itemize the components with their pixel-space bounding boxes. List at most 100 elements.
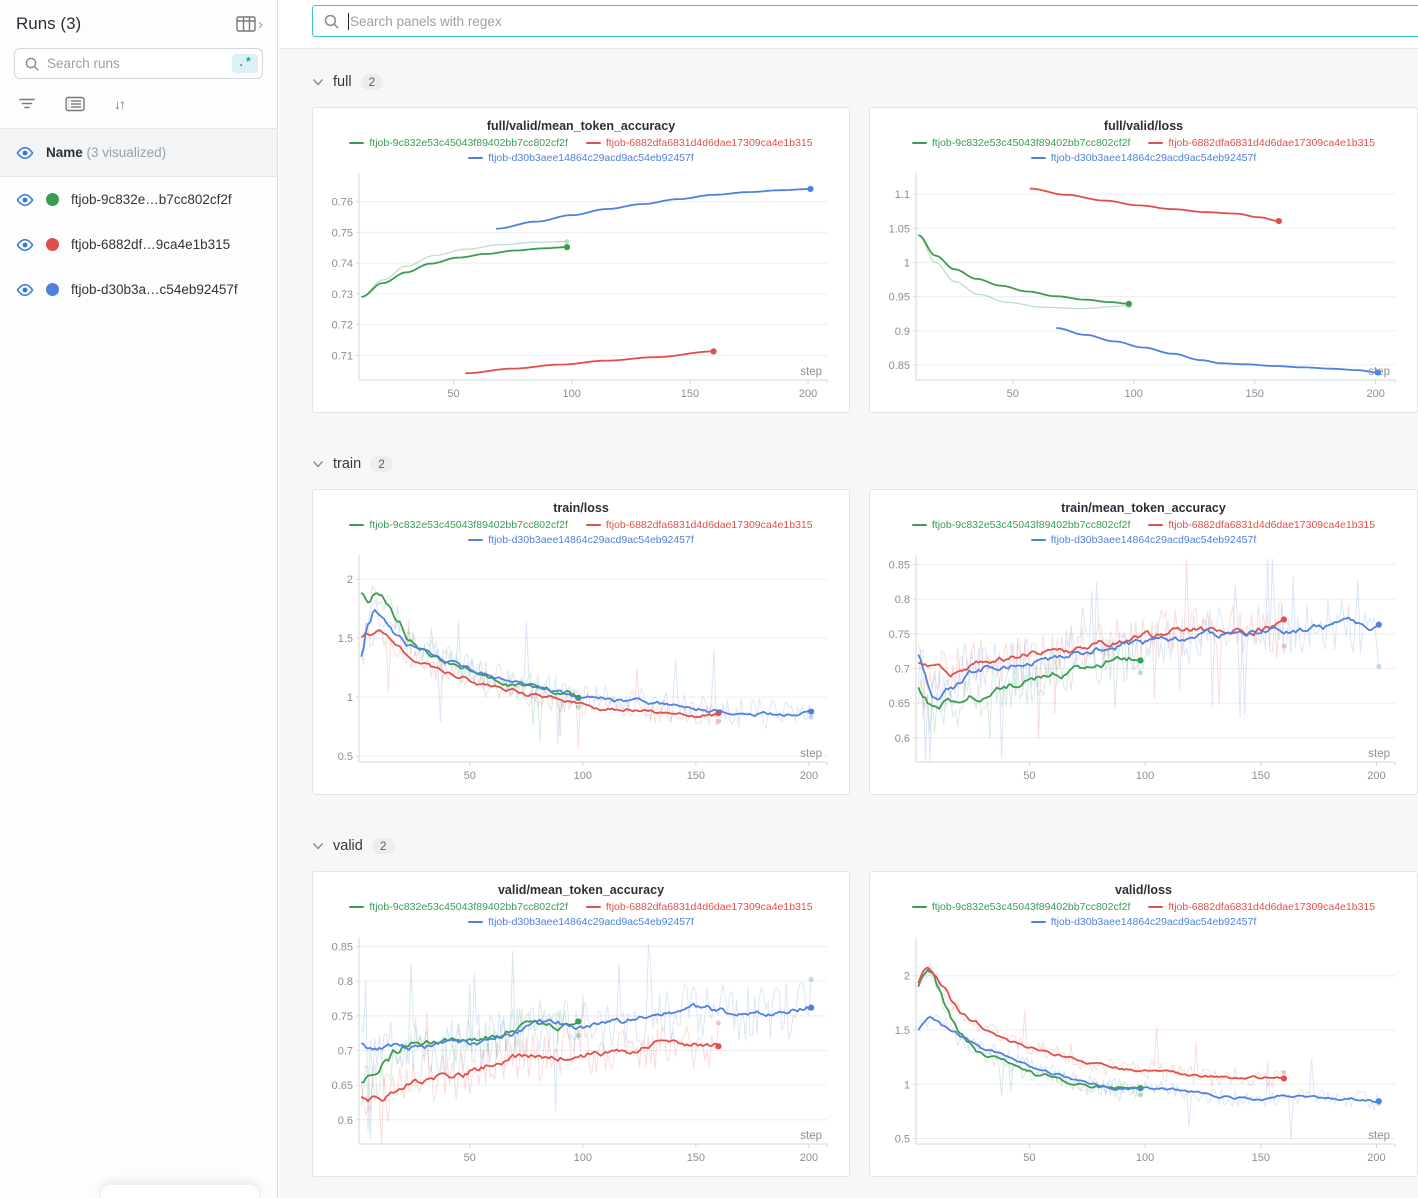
svg-text:0.5: 0.5	[895, 1134, 910, 1146]
chart-canvas[interactable]: 0.60.650.70.750.80.8550100150200step	[882, 549, 1403, 789]
workspace-main: Search panels with regex full2 full/valid…	[279, 0, 1418, 1198]
eye-icon[interactable]	[16, 193, 34, 207]
legend-item: ftjob-6882dfa6831d4d6dae17309ca4e1b315	[586, 518, 813, 532]
svg-text:100: 100	[1125, 388, 1143, 400]
filter-icon[interactable]	[18, 97, 36, 111]
panel-section-full: full2 full/valid/mean_token_accuracyftjob…	[312, 70, 1418, 413]
table-view-icon[interactable]	[236, 16, 256, 32]
svg-text:200: 200	[1366, 388, 1384, 400]
svg-text:200: 200	[800, 770, 818, 782]
chevron-down-icon[interactable]	[312, 841, 324, 851]
runs-table-header[interactable]: Name (3 visualized)	[0, 129, 277, 177]
svg-text:100: 100	[574, 770, 592, 782]
legend-run-name: ftjob-9c832e53c45043f89402bb7cc802cf2f	[932, 518, 1131, 532]
legend-color-dash	[1031, 539, 1046, 542]
chart-canvas[interactable]: 0.850.90.9511.051.150100150200step	[882, 167, 1403, 407]
chart-legend: ftjob-9c832e53c45043f89402bb7cc802cf2fft…	[882, 136, 1405, 165]
legend-color-dash	[912, 906, 927, 909]
section-panel-count-badge: 2	[372, 838, 395, 854]
svg-text:0.75: 0.75	[332, 1011, 353, 1023]
chart-panel[interactable]: full/valid/lossftjob-9c832e53c45043f8940…	[869, 107, 1418, 413]
chart-panel[interactable]: valid/lossftjob-9c832e53c45043f89402bb7c…	[869, 871, 1418, 1177]
legend-item: ftjob-d30b3aee14864c29acd9ac54eb92457f	[468, 533, 694, 547]
regex-toggle-button[interactable]: .*	[232, 54, 258, 73]
legend-item: ftjob-d30b3aee14864c29acd9ac54eb92457f	[1031, 151, 1257, 165]
svg-text:100: 100	[563, 388, 581, 400]
svg-text:50: 50	[464, 770, 476, 782]
svg-text:2: 2	[347, 574, 353, 586]
svg-text:50: 50	[464, 1152, 476, 1164]
floating-bottom-card[interactable]	[100, 1184, 260, 1198]
legend-item: ftjob-9c832e53c45043f89402bb7cc802cf2f	[912, 136, 1131, 150]
columns-settings-icon[interactable]	[65, 96, 85, 112]
run-name: ftjob-6882df…9ca4e1b315	[71, 237, 230, 252]
collapse-sidebar-chevron[interactable]: ›	[258, 17, 263, 32]
section-header-full[interactable]: full2	[312, 70, 1418, 94]
search-icon	[24, 56, 40, 72]
chart-legend: ftjob-9c832e53c45043f89402bb7cc802cf2fft…	[882, 518, 1405, 547]
sort-icon[interactable]: ↓↑	[114, 96, 124, 112]
svg-text:0.76: 0.76	[332, 197, 353, 209]
chart-title: train/mean_token_accuracy	[882, 501, 1405, 515]
chart-canvas[interactable]: 0.511.5250100150200step	[882, 931, 1403, 1171]
svg-text:0.7: 0.7	[895, 663, 910, 675]
run-color-dot	[46, 238, 59, 251]
legend-item: ftjob-6882dfa6831d4d6dae17309ca4e1b315	[1148, 518, 1375, 532]
chart-panel[interactable]: train/lossftjob-9c832e53c45043f89402bb7c…	[312, 489, 850, 795]
svg-text:step: step	[1368, 1130, 1390, 1142]
chart-legend: ftjob-9c832e53c45043f89402bb7cc802cf2fft…	[882, 900, 1405, 929]
chevron-down-icon[interactable]	[312, 77, 324, 87]
svg-text:0.6: 0.6	[338, 1115, 353, 1127]
panel-search-input[interactable]: Search panels with regex	[312, 5, 1418, 37]
legend-run-name: ftjob-d30b3aee14864c29acd9ac54eb92457f	[1051, 533, 1257, 547]
legend-color-dash	[586, 142, 601, 145]
legend-item: ftjob-d30b3aee14864c29acd9ac54eb92457f	[1031, 533, 1257, 547]
legend-run-name: ftjob-6882dfa6831d4d6dae17309ca4e1b315	[1168, 900, 1375, 914]
svg-text:1: 1	[904, 1079, 910, 1091]
svg-text:0.71: 0.71	[332, 350, 353, 362]
section-panel-count-badge: 2	[361, 74, 384, 90]
runs-toolbar: ↓↑	[0, 79, 277, 112]
svg-text:2: 2	[904, 971, 910, 983]
legend-color-dash	[468, 921, 483, 924]
svg-text:150: 150	[1252, 770, 1270, 782]
legend-run-name: ftjob-9c832e53c45043f89402bb7cc802cf2f	[369, 518, 568, 532]
run-row[interactable]: ftjob-d30b3a…c54eb92457f	[0, 267, 277, 312]
svg-text:50: 50	[1023, 770, 1035, 782]
svg-text:0.75: 0.75	[332, 227, 353, 239]
legend-item: ftjob-6882dfa6831d4d6dae17309ca4e1b315	[1148, 136, 1375, 150]
svg-text:150: 150	[1252, 1152, 1270, 1164]
svg-text:0.85: 0.85	[889, 560, 910, 572]
panel-row: valid/mean_token_accuracyftjob-9c832e53c…	[312, 871, 1418, 1177]
svg-text:1.5: 1.5	[338, 633, 353, 645]
eye-icon[interactable]	[16, 146, 34, 160]
svg-text:0.8: 0.8	[895, 594, 910, 606]
legend-item: ftjob-6882dfa6831d4d6dae17309ca4e1b315	[586, 136, 813, 150]
chart-panel[interactable]: train/mean_token_accuracy ftjob-9c832e53c…	[869, 489, 1418, 795]
legend-color-dash	[912, 524, 927, 527]
legend-item: ftjob-9c832e53c45043f89402bb7cc802cf2f	[912, 518, 1131, 532]
chart-canvas[interactable]: 0.60.650.70.750.80.8550100150200step	[325, 931, 835, 1171]
legend-color-dash	[586, 906, 601, 909]
svg-text:50: 50	[447, 388, 459, 400]
chart-panel[interactable]: full/valid/mean_token_accuracyftjob-9c83…	[312, 107, 850, 413]
eye-icon[interactable]	[16, 283, 34, 297]
chart-panel[interactable]: valid/mean_token_accuracyftjob-9c832e53c…	[312, 871, 850, 1177]
run-row[interactable]: ftjob-9c832e…b7cc802cf2f	[0, 177, 277, 222]
panel-row: full/valid/mean_token_accuracyftjob-9c83…	[312, 107, 1418, 413]
svg-text:100: 100	[1136, 1152, 1154, 1164]
chart-canvas[interactable]: 0.710.720.730.740.750.7650100150200step	[325, 167, 835, 407]
svg-text:1: 1	[347, 692, 353, 704]
runs-search-input[interactable]: Search runs .*	[14, 48, 263, 79]
chevron-down-icon[interactable]	[312, 459, 324, 469]
chart-legend: ftjob-9c832e53c45043f89402bb7cc802cf2fft…	[325, 136, 837, 165]
panel-row: train/lossftjob-9c832e53c45043f89402bb7c…	[312, 489, 1418, 795]
section-header-train[interactable]: train2	[312, 452, 1418, 476]
run-row[interactable]: ftjob-6882df…9ca4e1b315	[0, 222, 277, 267]
eye-icon[interactable]	[16, 238, 34, 252]
section-header-valid[interactable]: valid2	[312, 834, 1418, 858]
svg-text:1.1: 1.1	[895, 189, 910, 201]
chart-canvas[interactable]: 0.511.5250100150200step	[325, 549, 835, 789]
visualized-count-label: (3 visualized)	[87, 145, 167, 160]
chart-legend: ftjob-9c832e53c45043f89402bb7cc802cf2fft…	[325, 900, 837, 929]
